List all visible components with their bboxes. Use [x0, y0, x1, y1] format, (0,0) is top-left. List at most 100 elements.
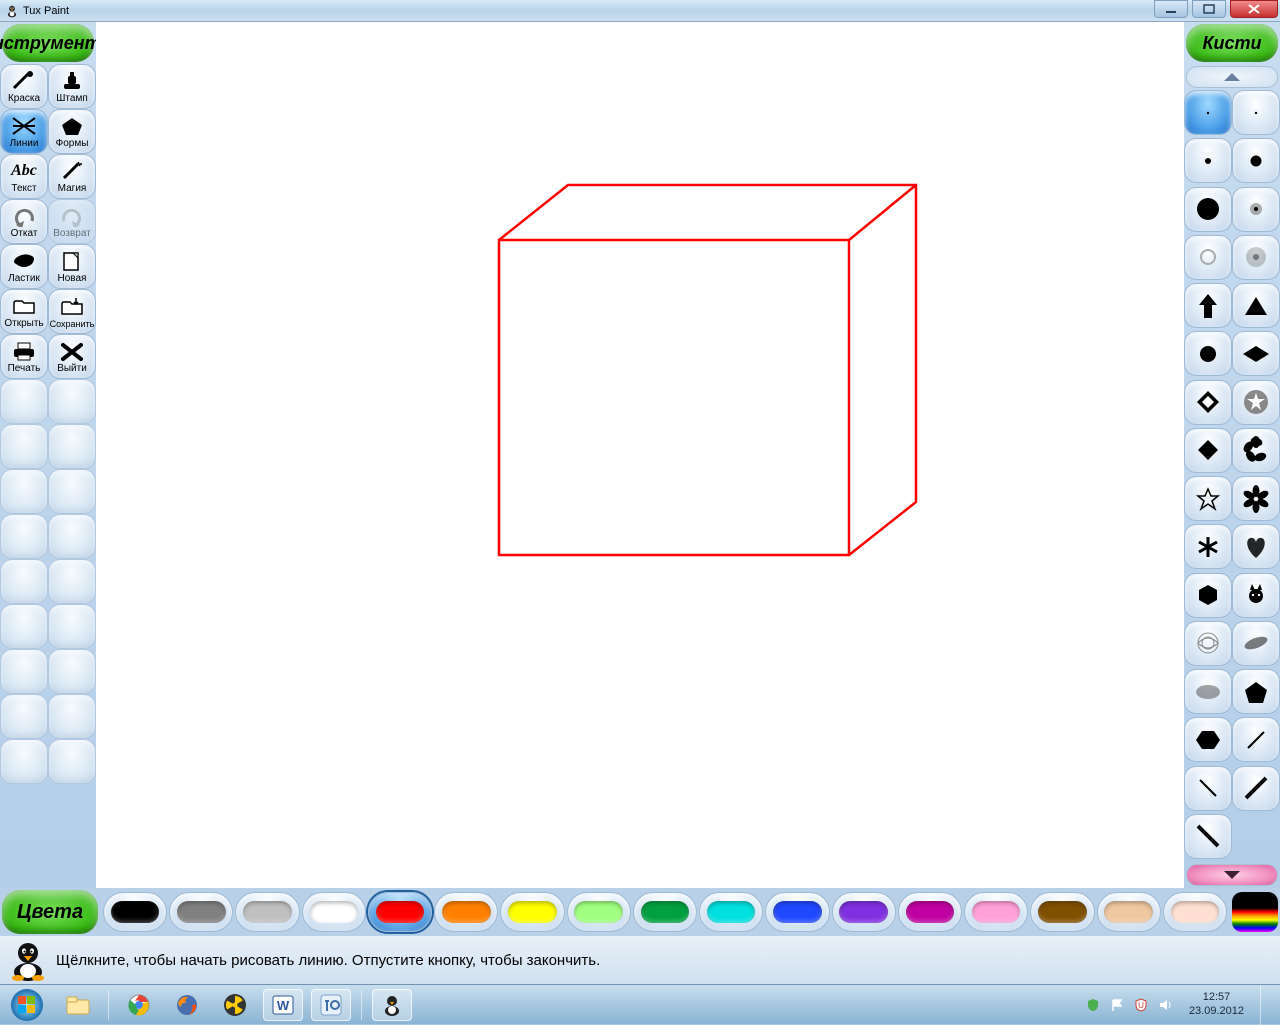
- tray-volume-icon[interactable]: [1157, 997, 1173, 1013]
- drawing-canvas[interactable]: [96, 22, 1184, 888]
- brush-hex2[interactable]: [1184, 717, 1232, 762]
- color-swatch[interactable]: [832, 892, 896, 932]
- brush-dot-tiny[interactable]: [1232, 90, 1280, 135]
- tool-stamp[interactable]: Штамп: [48, 64, 96, 109]
- color-swatch[interactable]: [567, 892, 631, 932]
- brush-dot-small[interactable]: [1184, 138, 1232, 183]
- colors-list: [100, 890, 1230, 934]
- brush-dot-med[interactable]: [1232, 138, 1280, 183]
- system-tray: U 12:57 23.09.2012: [1079, 985, 1280, 1025]
- brushes-grid: [1184, 90, 1280, 862]
- brushes-scroll-down[interactable]: [1186, 864, 1278, 886]
- tool-empty: [48, 604, 96, 649]
- brush-slash-thin-l[interactable]: [1184, 766, 1232, 811]
- color-swatch[interactable]: [434, 892, 498, 932]
- color-swatch[interactable]: [1097, 892, 1161, 932]
- tray-flag-icon[interactable]: [1109, 997, 1125, 1013]
- tool-print[interactable]: Печать: [0, 334, 48, 379]
- tray-security-icon[interactable]: [1085, 997, 1101, 1013]
- tool-paint[interactable]: Краска: [0, 64, 48, 109]
- brush-dot-tiny[interactable]: [1184, 90, 1232, 135]
- swatch-fill: [641, 901, 690, 924]
- brush-blur-line[interactable]: [1232, 621, 1280, 666]
- tool-quit[interactable]: Выйти: [48, 334, 96, 379]
- brush-pentagon[interactable]: [1232, 669, 1280, 714]
- tool-text[interactable]: AbcТекст: [0, 154, 48, 199]
- brush-diamond-outline[interactable]: [1184, 380, 1232, 425]
- brush-slash-thin-r[interactable]: [1232, 717, 1280, 762]
- color-swatch[interactable]: [1163, 892, 1227, 932]
- taskbar-explorer[interactable]: [58, 989, 98, 1021]
- tool-empty: [48, 514, 96, 559]
- close-button[interactable]: [1230, 0, 1278, 18]
- brushes-panel-title: Кисти: [1186, 24, 1278, 62]
- brush-slash-thick-r[interactable]: [1232, 766, 1280, 811]
- color-swatch[interactable]: [898, 892, 962, 932]
- window-title: Tux Paint: [23, 5, 69, 17]
- color-swatch[interactable]: [302, 892, 366, 932]
- tool-magic[interactable]: Магия: [48, 154, 96, 199]
- tool-empty: [48, 469, 96, 514]
- color-swatch[interactable]: [235, 892, 299, 932]
- brush-flower6[interactable]: [1232, 476, 1280, 521]
- brush-diamond[interactable]: [1232, 331, 1280, 376]
- brush-disc[interactable]: [1184, 331, 1232, 376]
- maximize-button[interactable]: [1192, 0, 1226, 18]
- brush-asterisk[interactable]: [1184, 524, 1232, 569]
- taskbar-chrome[interactable]: [119, 989, 159, 1021]
- color-swatch[interactable]: [368, 892, 432, 932]
- taskbar-firefox[interactable]: [167, 989, 207, 1021]
- swatch-fill: [442, 901, 491, 924]
- color-swatch[interactable]: [1030, 892, 1094, 932]
- brush-hexagon[interactable]: [1184, 573, 1232, 618]
- brush-ring[interactable]: [1184, 235, 1232, 280]
- color-swatch[interactable]: [500, 892, 564, 932]
- swatch-fill: [707, 901, 756, 924]
- taskbar-word[interactable]: W: [263, 989, 303, 1021]
- brush-blur-oval[interactable]: [1184, 669, 1232, 714]
- brush-flower5[interactable]: [1232, 428, 1280, 473]
- color-picker-rainbow[interactable]: [1232, 892, 1278, 932]
- tool-empty: [48, 649, 96, 694]
- tool-open[interactable]: Открыть: [0, 289, 48, 334]
- tool-eraser[interactable]: Ластик: [0, 244, 48, 289]
- taskbar-clock[interactable]: 12:57 23.09.2012: [1181, 991, 1252, 1017]
- taskbar-app-radiation[interactable]: [215, 989, 255, 1021]
- color-swatch[interactable]: [633, 892, 697, 932]
- brush-spiro[interactable]: [1184, 621, 1232, 666]
- brush-cat[interactable]: [1232, 573, 1280, 618]
- color-swatch[interactable]: [699, 892, 763, 932]
- brushes-scroll-up[interactable]: [1186, 66, 1278, 88]
- color-swatch[interactable]: [169, 892, 233, 932]
- brush-arrow-up[interactable]: [1184, 283, 1232, 328]
- color-swatch[interactable]: [765, 892, 829, 932]
- tool-shapes[interactable]: Формы: [48, 109, 96, 154]
- brush-star-circle[interactable]: [1232, 380, 1280, 425]
- taskbar-tuxpaint[interactable]: [372, 989, 412, 1021]
- show-desktop-button[interactable]: [1260, 985, 1274, 1025]
- tray-shield-icon[interactable]: U: [1133, 997, 1149, 1013]
- brush-fuzzy[interactable]: [1232, 187, 1280, 232]
- brush-flower5-outline[interactable]: [1184, 476, 1232, 521]
- brush-slash-thick-l[interactable]: [1184, 814, 1232, 859]
- brush-heart[interactable]: [1232, 524, 1280, 569]
- tool-new[interactable]: Новая: [48, 244, 96, 289]
- taskbar-divider: [108, 990, 109, 1020]
- tool-save[interactable]: Сохранить: [48, 289, 96, 334]
- tools-panel-title: Инструменты: [2, 24, 94, 62]
- minimize-button[interactable]: [1154, 0, 1188, 18]
- brush-circle-large[interactable]: [1184, 187, 1232, 232]
- color-swatch[interactable]: [964, 892, 1028, 932]
- tool-undo[interactable]: Откат: [0, 199, 48, 244]
- color-swatch[interactable]: [103, 892, 167, 932]
- brush-triangle[interactable]: [1232, 283, 1280, 328]
- tool-empty: [0, 649, 48, 694]
- brush-fuzzy-big[interactable]: [1232, 235, 1280, 280]
- start-button[interactable]: [0, 985, 54, 1025]
- tool-lines[interactable]: Линии: [0, 109, 48, 154]
- brush-rhombus[interactable]: [1184, 428, 1232, 473]
- tool-empty: [0, 604, 48, 649]
- titlebar-left: Tux Paint: [5, 4, 69, 18]
- taskbar-settings[interactable]: [311, 989, 351, 1021]
- tool-empty: [0, 739, 48, 784]
